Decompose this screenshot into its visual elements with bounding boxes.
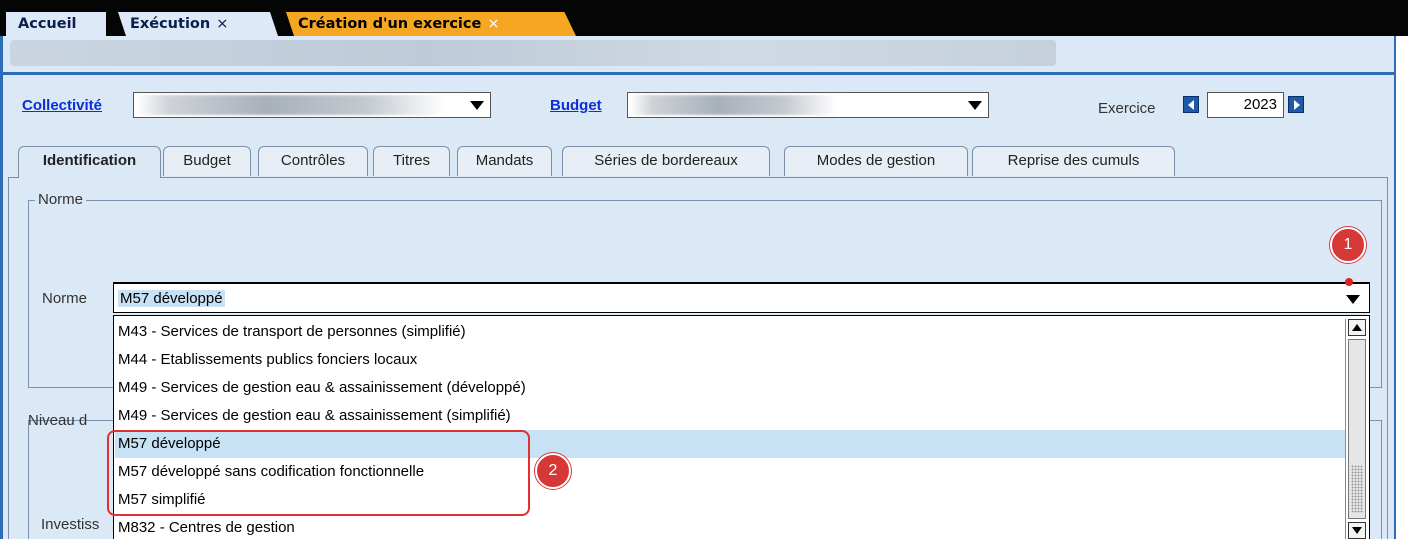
annotation-marker-2: 2 xyxy=(535,453,571,489)
header-divider xyxy=(3,72,1395,75)
tab-label: Modes de gestion xyxy=(816,152,936,169)
tab-label: Titres xyxy=(393,152,430,169)
top-tab-creation-exercice[interactable]: Création d'un exercice × xyxy=(286,12,576,36)
tab-series-bordereaux[interactable]: Séries de bordereaux xyxy=(562,146,770,176)
blurred-value xyxy=(630,95,848,115)
tab-label: Budget xyxy=(183,152,231,169)
list-item[interactable]: M44 - Etablissements publics fonciers lo… xyxy=(115,346,1346,374)
blurred-breadcrumb xyxy=(10,40,1056,66)
blurred-value xyxy=(136,95,462,115)
niveau-group-title: Niveau d xyxy=(28,412,88,429)
tab-label: Reprise des cumuls xyxy=(1007,152,1140,169)
collectivite-link[interactable]: Collectivité xyxy=(22,97,102,114)
tab-identification[interactable]: Identification xyxy=(18,146,161,178)
chevron-down-icon[interactable] xyxy=(968,101,982,110)
top-tab-execution[interactable]: Exécution × xyxy=(118,12,278,36)
close-icon[interactable]: × xyxy=(487,16,499,32)
chevron-down-icon[interactable] xyxy=(470,101,484,110)
annotation-highlight-box xyxy=(107,430,530,516)
scrollbar[interactable] xyxy=(1345,319,1368,539)
list-item[interactable]: M832 - Centres de gestion xyxy=(115,514,1346,539)
list-item[interactable]: M49 - Services de gestion eau & assainis… xyxy=(115,402,1346,430)
list-item[interactable]: M49 - Services de gestion eau & assainis… xyxy=(115,374,1346,402)
tab-label: Identification xyxy=(42,152,137,169)
close-icon[interactable]: × xyxy=(216,16,228,32)
top-tab-accueil[interactable]: Accueil xyxy=(6,12,106,36)
tab-controles[interactable]: Contrôles xyxy=(258,146,368,176)
exercice-year-field[interactable]: 2023 xyxy=(1207,92,1284,118)
top-tab-label: Exécution xyxy=(130,16,211,32)
tab-label: Séries de bordereaux xyxy=(594,152,738,169)
investissement-label: Investiss xyxy=(41,516,100,533)
exercice-label: Exercice xyxy=(1098,100,1156,117)
scroll-up-icon[interactable] xyxy=(1348,319,1366,336)
norme-selected-value: M57 développé xyxy=(118,290,225,307)
tab-modes-gestion[interactable]: Modes de gestion xyxy=(784,146,968,176)
norme-label: Norme xyxy=(42,290,88,307)
norme-group-title: Norme xyxy=(35,191,87,208)
top-tab-label: Création d'un exercice xyxy=(298,16,482,32)
tab-reprise-cumuls[interactable]: Reprise des cumuls xyxy=(972,146,1175,176)
scrollbar-thumb[interactable] xyxy=(1348,339,1366,519)
scroll-down-icon[interactable] xyxy=(1348,522,1366,539)
annotation-pointer-dot xyxy=(1345,278,1353,286)
collectivite-select[interactable] xyxy=(133,92,491,118)
top-tab-label: Accueil xyxy=(18,16,77,32)
previous-year-button[interactable] xyxy=(1183,96,1199,113)
tab-budget[interactable]: Budget xyxy=(163,146,251,176)
tab-titres[interactable]: Titres xyxy=(373,146,450,176)
next-year-button[interactable] xyxy=(1288,96,1304,113)
list-item[interactable]: M43 - Services de transport de personnes… xyxy=(115,318,1346,346)
budget-select[interactable] xyxy=(627,92,989,118)
annotation-marker-1: 1 xyxy=(1330,227,1366,263)
grip-icon xyxy=(1351,465,1363,513)
tab-label: Mandats xyxy=(475,152,534,169)
budget-link[interactable]: Budget xyxy=(550,97,602,114)
tab-label: Contrôles xyxy=(280,152,346,169)
norme-select[interactable]: M57 développé xyxy=(113,282,1370,313)
tab-mandats[interactable]: Mandats xyxy=(457,146,552,176)
chevron-down-icon[interactable] xyxy=(1346,295,1360,304)
